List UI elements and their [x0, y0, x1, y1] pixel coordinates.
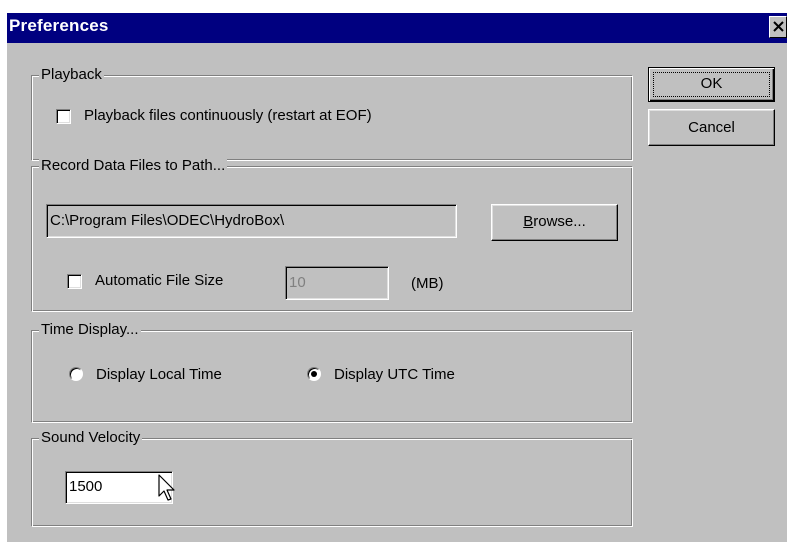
local-time-radio[interactable] [69, 367, 83, 381]
sound-velocity-group-label: Sound Velocity [39, 429, 143, 447]
utc-time-label[interactable]: Display UTC Time [334, 366, 455, 384]
cancel-button[interactable]: Cancel [648, 109, 775, 146]
browse-button[interactable]: Browse... [491, 204, 618, 241]
preferences-dialog: Preferences Playback Playback files cont… [7, 13, 787, 542]
sound-velocity-input[interactable]: 1500 [65, 471, 173, 504]
auto-file-size-label[interactable]: Automatic File Size [95, 272, 223, 290]
browse-mnemonic: B [523, 213, 534, 230]
browse-button-label: Browse... [523, 213, 586, 230]
record-path-field[interactable]: C:\Program Files\ODEC\HydroBox\ [46, 204, 457, 238]
file-size-field[interactable]: 10 [285, 266, 389, 300]
mouse-pointer-icon [158, 474, 175, 501]
playback-group-label: Playback [39, 66, 104, 84]
window-title: Preferences [9, 16, 109, 35]
auto-file-size-checkbox[interactable] [67, 274, 82, 289]
playback-continuous-label[interactable]: Playback files continuously (restart at … [84, 107, 372, 125]
local-time-label[interactable]: Display Local Time [96, 366, 222, 384]
sound-velocity-group: Sound Velocity 1500 [31, 429, 633, 527]
close-icon [773, 21, 784, 32]
close-button[interactable] [769, 16, 787, 38]
browse-label-rest: rowse... [533, 213, 586, 230]
utc-time-radio[interactable] [307, 367, 321, 381]
record-path-group-label: Record Data Files to Path... [39, 157, 228, 175]
ok-button-label: OK [700, 75, 723, 92]
title-bar[interactable]: Preferences [7, 13, 787, 43]
time-display-group-label: Time Display... [39, 321, 141, 339]
time-display-group: Time Display... Display Local Time Displ… [31, 321, 633, 423]
file-size-unit: (MB) [411, 275, 444, 292]
playback-continuous-checkbox[interactable] [56, 109, 71, 124]
ok-button[interactable]: OK [648, 67, 775, 102]
cancel-button-label: Cancel [688, 119, 735, 136]
playback-group: Playback Playback files continuously (re… [31, 66, 633, 161]
radio-selected-dot [311, 371, 317, 377]
record-path-group: Record Data Files to Path... C:\Program … [31, 157, 633, 312]
